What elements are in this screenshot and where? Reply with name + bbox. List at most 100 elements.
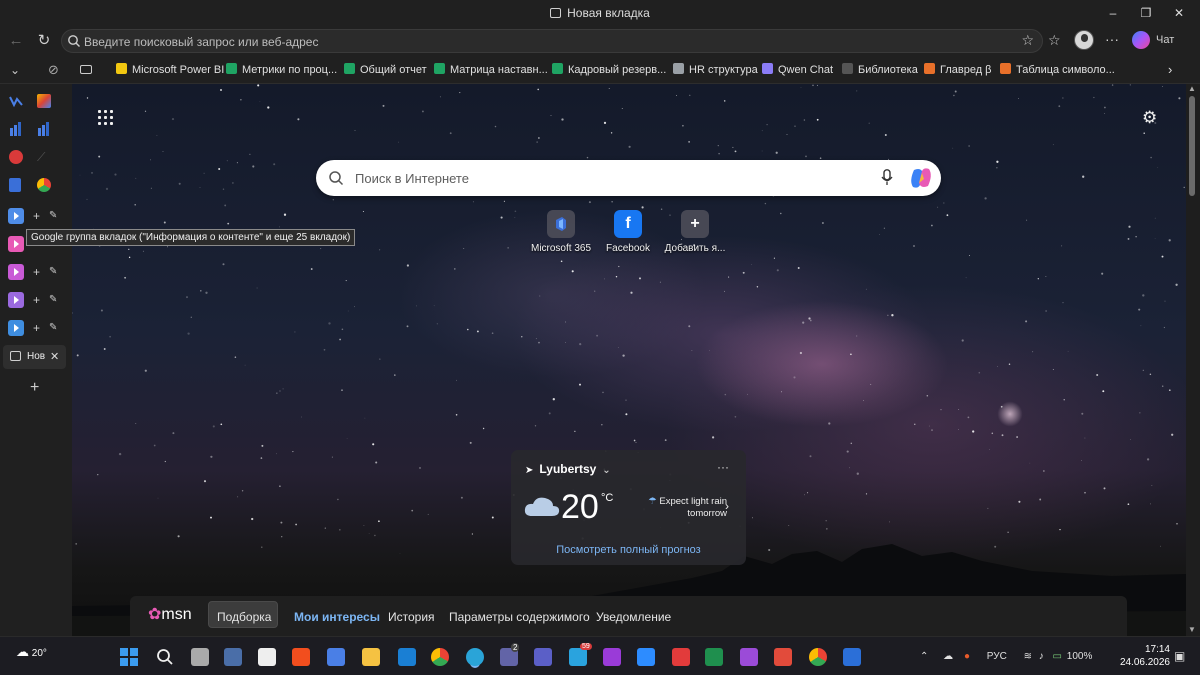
scroll-down-icon[interactable]: ▼: [1188, 625, 1196, 634]
app-launcher-icon[interactable]: [98, 110, 114, 126]
quick-link-tile[interactable]: + Добавить я...: [655, 210, 735, 254]
wifi-icon[interactable]: ≋: [1024, 651, 1032, 662]
more-menu-icon[interactable]: ···: [1105, 31, 1119, 47]
msn-tab[interactable]: Мои интересы: [294, 610, 380, 624]
settings-gear-icon[interactable]: ⚙: [1142, 108, 1157, 128]
msn-tab[interactable]: Подборка: [217, 610, 271, 624]
add-tab-icon[interactable]: +: [33, 321, 40, 335]
store-icon[interactable]: [258, 648, 276, 666]
powerbi-icon[interactable]: [327, 648, 345, 666]
taskbar-weather[interactable]: ☁ 20°: [16, 644, 47, 660]
tab-group-icon[interactable]: [8, 292, 24, 308]
app-tab-icon[interactable]: [9, 94, 23, 108]
minimize-button[interactable]: –: [1103, 4, 1123, 22]
profile-avatar[interactable]: [1074, 30, 1094, 50]
powerbi-tab-icon[interactable]: [9, 122, 23, 136]
msn-tab[interactable]: История: [388, 610, 435, 624]
weather-location[interactable]: ➤ Lyubertsy ⌄: [525, 462, 611, 476]
excel-icon[interactable]: [705, 648, 723, 666]
maximize-button[interactable]: ❐: [1136, 4, 1156, 22]
favorite-link[interactable]: Библиотека: [842, 62, 918, 78]
forecast-summary[interactable]: ☂ Expect light rain tomorrow: [637, 496, 727, 520]
chevron-right-icon[interactable]: ›: [1168, 62, 1172, 78]
outlook-icon[interactable]: [398, 648, 416, 666]
app-tab-icon[interactable]: [9, 150, 23, 164]
notifications-icon[interactable]: ▣: [1174, 649, 1185, 663]
favorites-list-icon[interactable]: ☆: [1048, 32, 1061, 49]
back-button[interactable]: ←: [6, 31, 26, 51]
task-view-icon[interactable]: [191, 648, 209, 666]
tab-group-icon[interactable]: [8, 236, 24, 252]
tab-group-icon[interactable]: [8, 208, 24, 224]
app-icon[interactable]: [603, 648, 621, 666]
pin-off-icon[interactable]: ⊘: [48, 62, 59, 78]
edit-group-icon[interactable]: ✎: [49, 209, 57, 223]
favorite-link[interactable]: Главред β: [924, 62, 992, 78]
add-tab-icon[interactable]: +: [33, 293, 40, 307]
chrome-icon[interactable]: [431, 648, 449, 666]
powerbi-tab-icon[interactable]: [37, 122, 51, 136]
telegram-icon[interactable]: [569, 648, 587, 666]
favorite-link[interactable]: Microsoft Power BI: [116, 62, 224, 78]
full-forecast-link[interactable]: Посмотреть полный прогноз: [511, 544, 746, 556]
app-icon[interactable]: [534, 648, 552, 666]
weather-menu-button[interactable]: ···: [717, 460, 729, 474]
battery-icon[interactable]: ▭: [1053, 651, 1062, 662]
favorite-link[interactable]: Матрица наставн...: [434, 62, 548, 78]
steam-icon[interactable]: [224, 648, 242, 666]
file-explorer-icon[interactable]: [362, 648, 380, 666]
msn-tab[interactable]: Уведомление: [596, 610, 671, 624]
app-tab-icon[interactable]: [37, 178, 51, 192]
msn-tab[interactable]: Параметры содержимого: [449, 610, 590, 624]
windows-start-icon[interactable]: [120, 648, 138, 666]
app-icon[interactable]: [740, 648, 758, 666]
word-icon[interactable]: [843, 648, 861, 666]
edit-group-icon[interactable]: ✎: [49, 265, 57, 279]
tab-group-icon[interactable]: [8, 264, 24, 280]
current-tab[interactable]: Нов ✕: [3, 345, 66, 369]
page-scrollbar[interactable]: ▲ ▼: [1186, 84, 1200, 636]
favorite-link[interactable]: Метрики по проц...: [226, 62, 337, 78]
app-tab-icon[interactable]: [37, 94, 51, 108]
doc-tab-icon[interactable]: [9, 178, 21, 192]
favorite-star-icon[interactable]: ☆: [1021, 32, 1034, 49]
chevron-up-icon[interactable]: ⌃: [920, 651, 928, 662]
app-tray-icon[interactable]: ●: [964, 651, 970, 662]
scroll-up-icon[interactable]: ▲: [1188, 84, 1196, 93]
microphone-icon[interactable]: [881, 169, 893, 186]
chrome-icon[interactable]: [809, 648, 827, 666]
favorite-link[interactable]: Общий отчет: [344, 62, 427, 78]
copilot-icon[interactable]: [1132, 31, 1150, 49]
taskbar-clock[interactable]: 17:14 24.06.2026: [1116, 643, 1170, 669]
chevron-down-icon[interactable]: ⌄: [10, 62, 20, 78]
favorite-link[interactable]: Qwen Chat: [762, 62, 833, 78]
msn-logo[interactable]: ✿msn: [148, 604, 192, 624]
favorite-link[interactable]: Кадровый резерв...: [552, 62, 666, 78]
calendar-icon[interactable]: [672, 648, 690, 666]
zoom-icon[interactable]: [637, 648, 655, 666]
workspace-icon[interactable]: [80, 62, 97, 78]
app-icon[interactable]: [774, 648, 792, 666]
edit-group-icon[interactable]: ✎: [49, 321, 57, 335]
add-tab-icon[interactable]: +: [33, 265, 40, 279]
chevron-right-icon[interactable]: ›: [725, 499, 729, 513]
figma-icon[interactable]: [292, 648, 310, 666]
chat-button[interactable]: Чат: [1156, 34, 1174, 46]
tab-group-icon[interactable]: [8, 320, 24, 336]
search-icon[interactable]: [156, 648, 174, 666]
edge-icon[interactable]: [466, 648, 484, 666]
add-tab-icon[interactable]: +: [33, 209, 40, 223]
refresh-button[interactable]: ↻: [34, 31, 54, 51]
language-indicator[interactable]: РУС: [987, 651, 1007, 662]
close-tab-icon[interactable]: ✕: [50, 350, 59, 363]
app-tab-icon[interactable]: ⟋: [37, 150, 45, 164]
weather-widget[interactable]: ➤ Lyubertsy ⌄ ··· 20 °C ☂ Expect light rai…: [511, 450, 746, 565]
copilot-icon[interactable]: [909, 167, 933, 189]
cloud-sync-icon[interactable]: ☁: [943, 651, 953, 662]
close-button[interactable]: ✕: [1169, 4, 1189, 22]
new-tab-button[interactable]: +: [30, 380, 39, 396]
favorite-link[interactable]: HR структура: [673, 62, 758, 78]
favorite-link[interactable]: Таблица символо...: [1000, 62, 1115, 78]
address-bar[interactable]: Введите поисковый запрос или веб-адрес ☆: [61, 29, 1043, 53]
volume-icon[interactable]: ♪: [1039, 651, 1044, 662]
